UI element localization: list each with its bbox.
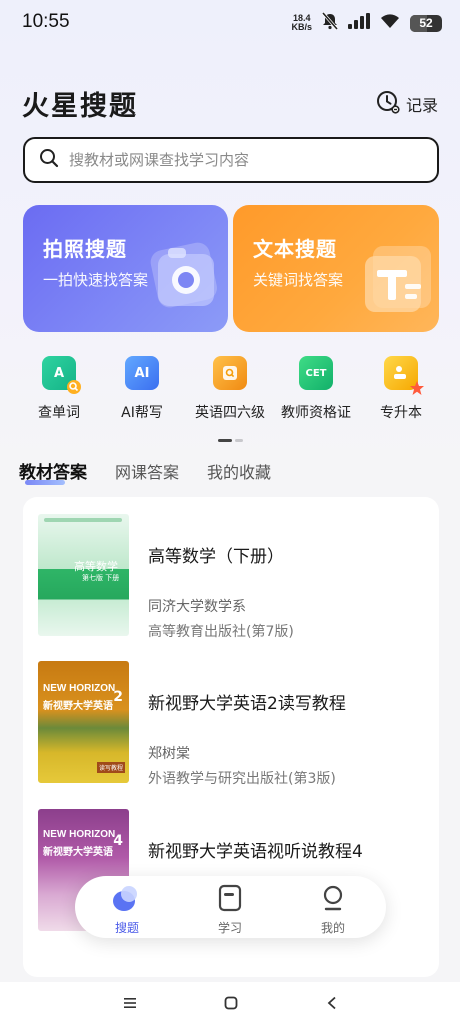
network-speed: 18.4 KB/s: [291, 14, 312, 32]
ai-write-icon: AI: [125, 356, 159, 390]
photo-search-title: 拍照搜题: [43, 237, 127, 261]
cover-title: 新视野大学英语: [43, 847, 113, 858]
search-tab-icon: [97, 884, 157, 915]
book-title: 高等数学（下册）: [148, 547, 284, 567]
cover-brand: NEW HORIZON: [43, 683, 116, 694]
certificate-icon-text: CET: [305, 367, 327, 379]
app-title: 火星搜题: [22, 91, 138, 122]
tool-label: AI帮写: [121, 405, 163, 421]
battery-indicator: 52: [410, 14, 442, 32]
system-nav-bar: [0, 982, 460, 1024]
history-clock-icon: [376, 90, 400, 118]
book-author: 同济大学数学系: [148, 599, 246, 615]
cover-volume: 4: [113, 833, 123, 849]
battery-level: 52: [419, 16, 433, 30]
certificate-icon: CET: [299, 356, 333, 390]
cover-volume: 2: [113, 689, 123, 705]
profile-icon: [303, 884, 363, 915]
quick-tools: A 查单词 AI AI帮写 英语四六级 CET 教师资格证 专升本: [0, 356, 460, 426]
back-icon[interactable]: [320, 992, 344, 1014]
page-dot-active: [218, 439, 232, 442]
tab-label: 我的收藏: [207, 463, 272, 482]
tool-teacher-certificate[interactable]: CET 教师资格证: [276, 356, 356, 422]
tool-cet[interactable]: 英语四六级: [190, 356, 270, 422]
book-title: 新视野大学英语2读写教程: [148, 694, 346, 714]
status-bar: 10:55 18.4 KB/s 52: [0, 0, 460, 44]
text-search-subtitle: 关键词找答案: [253, 271, 344, 289]
cover-title: 新视野大学英语: [43, 701, 113, 712]
list-item[interactable]: 高等数学 第七版 下册 高等数学（下册） 同济大学数学系 高等教育出版社(第7版…: [38, 514, 430, 644]
page-indicator: [218, 439, 243, 442]
book-publisher: 外语教学与研究出版社(第3版): [148, 771, 336, 787]
camera-icon: [144, 236, 220, 318]
tool-label: 英语四六级: [195, 405, 265, 421]
cover-banner: [44, 518, 122, 522]
study-book-icon: [200, 884, 260, 915]
tool-label: 教师资格证: [281, 405, 351, 421]
nav-profile[interactable]: 我的: [303, 884, 363, 936]
list-item[interactable]: NEW HORIZON 新视野大学英语 2 读写教程 新视野大学英语2读写教程 …: [38, 661, 430, 791]
menu-icon[interactable]: [118, 992, 142, 1014]
nav-label: 搜题: [114, 921, 139, 935]
mute-bell-icon: [321, 12, 339, 34]
tab-course-answers[interactable]: 网课答案: [115, 459, 179, 483]
wifi-icon: [380, 13, 400, 33]
signal-icon: [348, 13, 370, 33]
word-lookup-icon-text: A: [53, 365, 65, 381]
home-icon[interactable]: [219, 992, 243, 1014]
network-speed-unit: KB/s: [291, 22, 312, 32]
search-bar[interactable]: [23, 137, 439, 183]
tool-label: 查单词: [38, 405, 80, 421]
records-label: 记录: [405, 96, 438, 115]
cet-book-icon: [213, 356, 247, 390]
nav-label: 学习: [217, 921, 242, 935]
tab-label: 网课答案: [115, 463, 180, 482]
content-tabs: 教材答案 网课答案 我的收藏: [19, 458, 271, 485]
upgrade-icon: [384, 356, 424, 395]
word-lookup-icon: A: [42, 356, 81, 394]
bottom-nav: 搜题 学习 我的: [75, 876, 386, 938]
ai-write-icon-text: AI: [134, 365, 150, 381]
text-search-card[interactable]: 文本搜题 关键词找答案: [233, 205, 439, 332]
nav-label: 我的: [320, 921, 345, 935]
tab-my-favorites[interactable]: 我的收藏: [207, 459, 271, 483]
photo-search-subtitle: 一拍快速找答案: [43, 271, 149, 289]
cover-subtitle: 第七版 下册: [82, 574, 120, 582]
page-dot: [235, 439, 243, 442]
book-cover: NEW HORIZON 新视野大学英语 2 读写教程: [38, 661, 129, 783]
search-input[interactable]: [69, 151, 399, 169]
tool-upgrade[interactable]: 专升本: [361, 356, 441, 422]
search-icon: [39, 148, 59, 172]
tool-ai-write[interactable]: AI AI帮写: [102, 356, 182, 422]
records-button[interactable]: 记录: [376, 90, 438, 118]
cover-brand: NEW HORIZON: [43, 829, 116, 840]
tool-word-lookup[interactable]: A 查单词: [19, 356, 99, 422]
book-cover: 高等数学 第七版 下册: [38, 514, 129, 636]
nav-study[interactable]: 学习: [200, 884, 260, 936]
tool-label: 专升本: [380, 405, 422, 421]
book-author: 郑树棠: [148, 746, 190, 762]
status-time: 10:55: [22, 11, 70, 32]
tab-textbook-answers[interactable]: 教材答案: [19, 458, 87, 485]
photo-search-card[interactable]: 拍照搜题 一拍快速找答案: [23, 205, 228, 332]
text-search-title: 文本搜题: [253, 237, 337, 261]
book-publisher: 高等教育出版社(第7版): [148, 624, 294, 640]
cover-tag: 读写教程: [96, 762, 125, 773]
nav-search[interactable]: 搜题: [97, 884, 157, 936]
status-icons: 18.4 KB/s 52: [291, 12, 442, 34]
text-document-icon: [361, 240, 431, 318]
cover-title: 高等数学: [74, 560, 118, 573]
tab-label: 教材答案: [19, 463, 87, 483]
book-title: 新视野大学英语视听说教程4: [148, 842, 363, 862]
